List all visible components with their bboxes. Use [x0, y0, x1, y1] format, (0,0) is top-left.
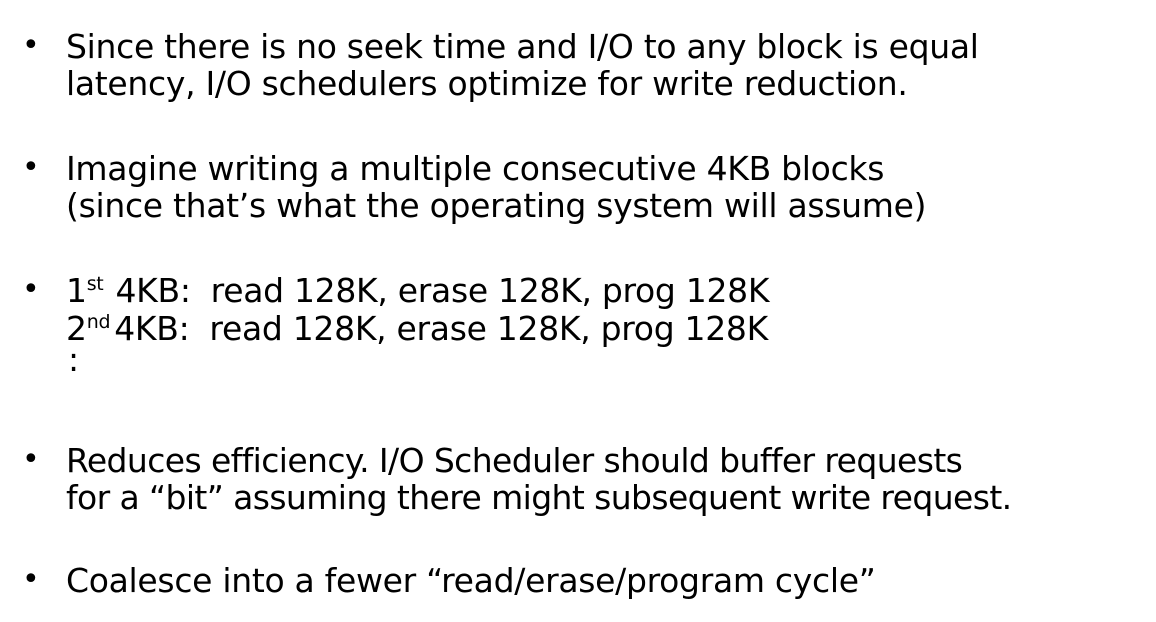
bullet-marker: •	[22, 150, 40, 185]
bullet-line: Since there is no seek time and I/O to a…	[66, 27, 979, 66]
step-ordinal: 1	[66, 271, 87, 310]
bullet-line: Coalesce into a fewer “read/erase/progra…	[66, 561, 876, 600]
step-block: 4KB:	[115, 271, 191, 310]
bullet-line: Imagine writing a multiple consecutive 4…	[66, 149, 885, 188]
slide: • Since there is no seek time and I/O to…	[0, 0, 1156, 622]
bullet-text: Imagine writing a multiple consecutive 4…	[66, 149, 927, 225]
step-line-2: 2nd 4KB: read 128K, erase 128K, prog 128K	[66, 310, 769, 348]
bullet-marker: •	[22, 272, 40, 307]
bullet-line: for a “bit” assuming there might subsequ…	[66, 478, 1012, 517]
bullet-text: Coalesce into a fewer “read/erase/progra…	[66, 562, 876, 599]
bullet-text: 1st 4KB: read 128K, erase 128K, prog 128K …	[66, 271, 770, 379]
bullet-marker: •	[22, 442, 40, 477]
step-line-1: 1st 4KB: read 128K, erase 128K, prog 128K	[66, 271, 770, 310]
bullet-line: (since that’s what the operating system …	[66, 186, 927, 225]
bullet-line: latency, I/O schedulers optimize for wri…	[66, 64, 908, 103]
step-ops: read 128K, erase 128K, prog 128K	[210, 271, 770, 310]
continuation-mark: :	[68, 340, 79, 379]
step-ops: read 128K, erase 128K, prog 128K	[209, 309, 768, 348]
bullet-marker: •	[22, 28, 40, 63]
step-block: 4KB:	[114, 309, 190, 348]
step-ordinal-suffix: nd	[86, 311, 111, 333]
bullet-line: Reduces efficiency. I/O Scheduler should…	[66, 441, 963, 480]
step-ordinal-suffix: st	[86, 273, 104, 295]
bullet-marker: •	[22, 562, 40, 597]
bullet-text: Reduces efficiency. I/O Scheduler should…	[66, 442, 1012, 516]
bullet-text: Since there is no seek time and I/O to a…	[66, 28, 979, 102]
